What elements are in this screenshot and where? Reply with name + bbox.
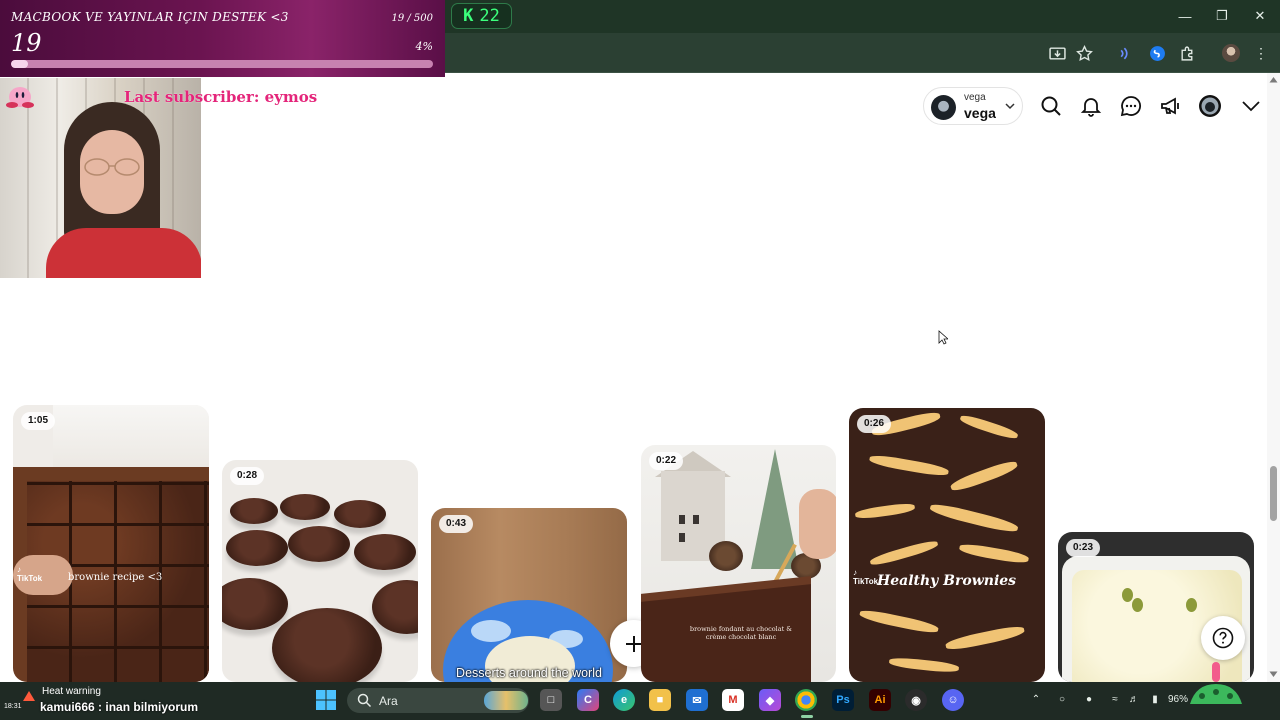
profile-avatar-icon[interactable] <box>1198 94 1222 118</box>
file-explorer-icon[interactable]: ■ <box>649 689 671 711</box>
chat-message: kamui666 : inan bilmiyorum <box>40 700 199 714</box>
extension-icon[interactable] <box>1176 42 1198 64</box>
tray-expand-icon[interactable]: ⌃ <box>1029 692 1043 706</box>
search-icon[interactable] <box>1039 94 1063 118</box>
bell-icon[interactable] <box>1079 94 1103 118</box>
pin-card[interactable]: 0:26 ♪ TikTok Healthy Brownies <box>849 408 1045 682</box>
goal-progress-bar <box>11 60 433 68</box>
chrome-icon[interactable] <box>795 689 817 711</box>
menu-icon[interactable]: ⋮ <box>1250 42 1272 64</box>
video-duration: 0:43 <box>439 515 474 533</box>
task-view-icon[interactable]: □ <box>540 689 562 711</box>
pin-card[interactable]: 0:43 Desserts around the world <box>431 508 627 682</box>
obs-icon[interactable]: ◉ <box>905 689 927 711</box>
illustrator-icon[interactable]: Ai <box>869 689 891 711</box>
message-icon[interactable] <box>1119 94 1143 118</box>
goal-current: 19 <box>11 29 42 57</box>
screen: K 22 — ❐ ✕ ⋮ MACBOOK VE YAYINLAR IÇIN DE… <box>0 0 1280 720</box>
kirby-icon <box>6 87 34 108</box>
goal-title: MACBOOK VE YAYINLAR IÇIN DESTEK <3 <box>11 10 289 24</box>
wifi-icon[interactable]: ≈ <box>1108 692 1122 706</box>
video-duration: 0:26 <box>857 415 892 433</box>
mouse-cursor-icon <box>938 330 948 345</box>
account-avatar <box>931 95 956 120</box>
megaphone-icon[interactable] <box>1159 94 1183 118</box>
last-subscriber: Last subscriber: eymos <box>124 88 318 106</box>
webcam-feed <box>0 78 201 278</box>
search-label: Ara <box>379 694 398 708</box>
pin-caption: Desserts around the world <box>456 666 602 680</box>
search-icon <box>357 693 372 708</box>
chevron-down-icon[interactable] <box>1239 94 1263 118</box>
pin-card[interactable]: 1:05 ♪ TikTok brownie recipe <3 <box>13 405 209 682</box>
extension-counter-badge[interactable]: K 22 <box>451 3 512 29</box>
shazam-icon[interactable] <box>1146 42 1168 64</box>
edge-icon[interactable]: e <box>613 689 635 711</box>
video-duration: 0:23 <box>1066 539 1101 557</box>
maximize-button[interactable]: ❐ <box>1207 5 1237 27</box>
account-small-label: vega <box>964 92 986 103</box>
account-name: vega <box>964 105 996 121</box>
star-icon[interactable] <box>1073 42 1095 64</box>
windows-start-icon[interactable] <box>314 688 338 712</box>
mail-icon[interactable]: ✉ <box>686 689 708 711</box>
goal-percent: 4% <box>415 40 433 53</box>
help-button[interactable] <box>1201 616 1245 660</box>
stream-goal-overlay: MACBOOK VE YAYINLAR IÇIN DESTEK <3 19 19… <box>0 0 445 77</box>
pin-overlay-text: brownie fondant au chocolat & crème choc… <box>689 625 793 641</box>
help-icon <box>1212 627 1234 649</box>
tray-app-icon[interactable]: ○ <box>1055 692 1069 706</box>
scroll-down-icon[interactable] <box>1269 671 1278 678</box>
microphone-icon[interactable]: ● <box>1082 692 1096 706</box>
video-duration: 0:28 <box>230 467 265 485</box>
close-button[interactable]: ✕ <box>1245 5 1275 27</box>
pin-card[interactable]: brownie fondant au chocolat & crème choc… <box>641 445 836 682</box>
battery-percent: 96% <box>1168 694 1189 705</box>
profile-avatar[interactable] <box>1220 42 1242 64</box>
app-icon[interactable]: ◆ <box>759 689 781 711</box>
scroll-up-icon[interactable] <box>1269 76 1278 83</box>
tiktok-watermark: ♪ TikTok <box>853 568 879 586</box>
k-logo-icon: K <box>463 6 474 26</box>
pin-card[interactable]: 0:28 <box>222 460 418 682</box>
copilot-icon[interactable]: C <box>577 689 599 711</box>
video-duration: 1:05 <box>21 412 56 430</box>
page-scrollbar[interactable] <box>1267 73 1280 682</box>
photoshop-icon[interactable]: Ps <box>832 689 854 711</box>
video-duration: 0:22 <box>649 452 684 470</box>
discord-icon[interactable]: ☺ <box>942 689 964 711</box>
active-app-indicator <box>801 715 813 718</box>
weather-warning[interactable]: Heat warning <box>42 686 101 697</box>
search-highlight-icon <box>484 691 528 710</box>
account-switcher[interactable]: vega vega <box>923 87 1023 125</box>
tiktok-watermark: ♪ TikTok <box>17 565 43 583</box>
goal-progress-fill <box>11 60 28 68</box>
battery-icon[interactable]: ▮ <box>1148 692 1162 706</box>
pin-overlay-text: brownie recipe <3 <box>68 572 163 583</box>
pin-overlay-text: Healthy Brownies <box>877 573 1017 589</box>
gmail-icon[interactable]: M <box>722 689 744 711</box>
volume-icon[interactable]: ♬ <box>1127 692 1141 706</box>
read-aloud-icon[interactable] <box>1115 42 1137 64</box>
mascot-sticker-icon <box>1190 662 1242 704</box>
counter-value: 22 <box>479 6 500 26</box>
scrollbar-thumb[interactable] <box>1270 466 1277 521</box>
install-icon[interactable] <box>1046 42 1068 64</box>
overlay-clock: 18:31 <box>4 703 22 710</box>
warning-icon <box>23 691 35 701</box>
chevron-down-icon <box>1005 103 1015 110</box>
taskbar-search[interactable]: Ara <box>347 688 529 713</box>
goal-ratio: 19 / 500 <box>391 13 433 24</box>
minimize-button[interactable]: — <box>1170 5 1200 27</box>
